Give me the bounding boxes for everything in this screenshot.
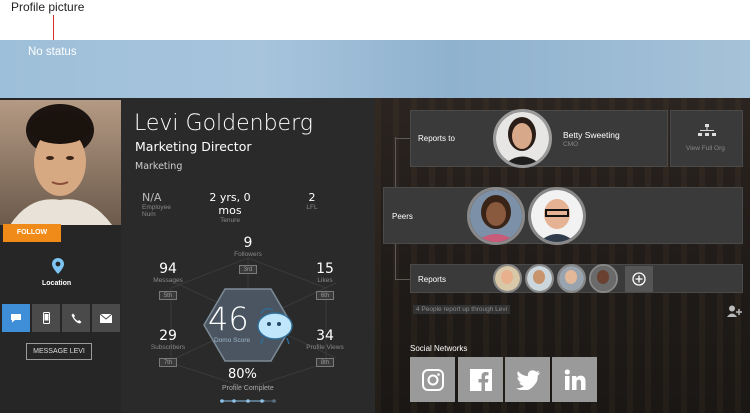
manager-title: CMO (563, 141, 579, 148)
instagram-button[interactable] (410, 357, 455, 402)
envelope-icon (100, 313, 112, 323)
employee-name: Levi Goldenberg (134, 111, 313, 136)
subscribers-rank-badge: 7th (158, 358, 178, 367)
followers-stat[interactable]: 9 Followers 3rd (225, 235, 271, 276)
profile-views-stat[interactable]: 34 Profile Views 8th (302, 328, 348, 369)
facebook-icon (469, 368, 492, 391)
social-networks-title: Social Networks (410, 344, 468, 353)
subscribers-value: 29 (159, 328, 177, 344)
reports-count-note: 4 People report up through Levi (413, 305, 511, 314)
chat-icon (11, 314, 21, 323)
followers-rank-badge: 3rd (238, 265, 258, 274)
linkedin-icon (564, 368, 585, 390)
instagram-icon (421, 368, 444, 391)
likes-value: 15 (316, 261, 334, 277)
followers-value: 9 (243, 235, 253, 251)
department[interactable]: Marketing (135, 161, 182, 172)
lfl-label: LFL (306, 204, 318, 211)
linkedin-button[interactable] (552, 357, 597, 402)
lfl-value: 2 (308, 191, 316, 204)
follow-button[interactable]: FOLLOW (3, 224, 61, 242)
peers-label: Peers (392, 212, 413, 221)
org-connector-top (395, 138, 411, 139)
likes-label: Likes (317, 277, 333, 284)
messages-label: Messages (153, 277, 183, 284)
chat-button[interactable] (2, 304, 30, 332)
profile-complete-value: 80% (228, 367, 257, 382)
manager-name[interactable]: Betty Sweeting (563, 130, 620, 140)
view-full-org-label: View Full Org (686, 145, 725, 152)
lfl-stat: 2 LFL (300, 191, 324, 211)
messages-rank-badge: 5th (158, 291, 178, 300)
employee-num-stat: N/A Employee Num (142, 191, 182, 218)
facebook-button[interactable] (458, 357, 503, 402)
domo-mascot-icon (257, 307, 293, 345)
add-report-button[interactable] (625, 266, 653, 292)
report-avatar-3[interactable] (557, 264, 586, 293)
peer-avatar-1[interactable] (467, 187, 525, 245)
domo-score-label: Domo Score (214, 337, 251, 344)
report-avatar-2[interactable] (525, 264, 554, 293)
reports-label: Reports (418, 275, 447, 284)
subscribers-stat[interactable]: 29 Subscribers 7th (145, 328, 191, 369)
likes-stat[interactable]: 15 Likes 6th (302, 261, 348, 302)
peer-avatar-2[interactable] (528, 187, 586, 245)
plus-circle-icon (632, 272, 646, 286)
employee-num-value: N/A (142, 191, 162, 204)
followers-label: Followers (234, 251, 262, 258)
status-text[interactable]: No status (28, 46, 77, 58)
manager-avatar[interactable] (493, 109, 552, 168)
tenure-label: Tenure (220, 217, 240, 224)
job-title: Marketing Director (135, 139, 252, 154)
annotation-label: Profile picture (11, 0, 85, 14)
twitter-button[interactable] (505, 357, 550, 402)
reports-to-label: Reports to (418, 134, 455, 143)
profile-complete-progress (220, 399, 276, 403)
location-pin-icon (52, 258, 64, 274)
email-button[interactable] (92, 304, 120, 332)
likes-rank-badge: 6th (315, 291, 335, 300)
contact-bar (2, 304, 123, 332)
twitter-icon (515, 369, 540, 390)
add-user-icon[interactable] (727, 305, 743, 318)
profile-views-value: 34 (316, 328, 334, 344)
tenure-stat: 2 yrs, 0 mos Tenure (205, 191, 255, 224)
profile-views-rank-badge: 8th (315, 358, 335, 367)
profile-picture[interactable] (0, 100, 121, 225)
cover-banner: No status (0, 40, 750, 98)
mobile-button[interactable] (32, 304, 60, 332)
message-button[interactable]: MESSAGE LEVI (26, 343, 92, 360)
org-connector-bottom (395, 279, 411, 280)
mobile-phone-icon (42, 312, 50, 324)
org-chart-icon (698, 124, 716, 136)
location-label: Location (42, 280, 72, 287)
employee-num-label: Employee Num (142, 204, 171, 218)
phone-icon (71, 313, 81, 323)
report-avatar-1[interactable] (493, 264, 522, 293)
messages-stat[interactable]: 94 Messages 5th (145, 261, 191, 302)
subscribers-label: Subscribers (150, 344, 186, 351)
profile-complete-label: Profile Complete (222, 385, 274, 392)
report-avatar-4[interactable] (589, 264, 618, 293)
tenure-value: 2 yrs, 0 mos (209, 191, 251, 217)
call-button[interactable] (62, 304, 90, 332)
profile-views-label: Profile Views (306, 344, 344, 351)
view-full-org-button[interactable] (670, 110, 743, 167)
domo-score-value[interactable]: 46 (208, 300, 249, 338)
messages-value: 94 (159, 261, 177, 277)
